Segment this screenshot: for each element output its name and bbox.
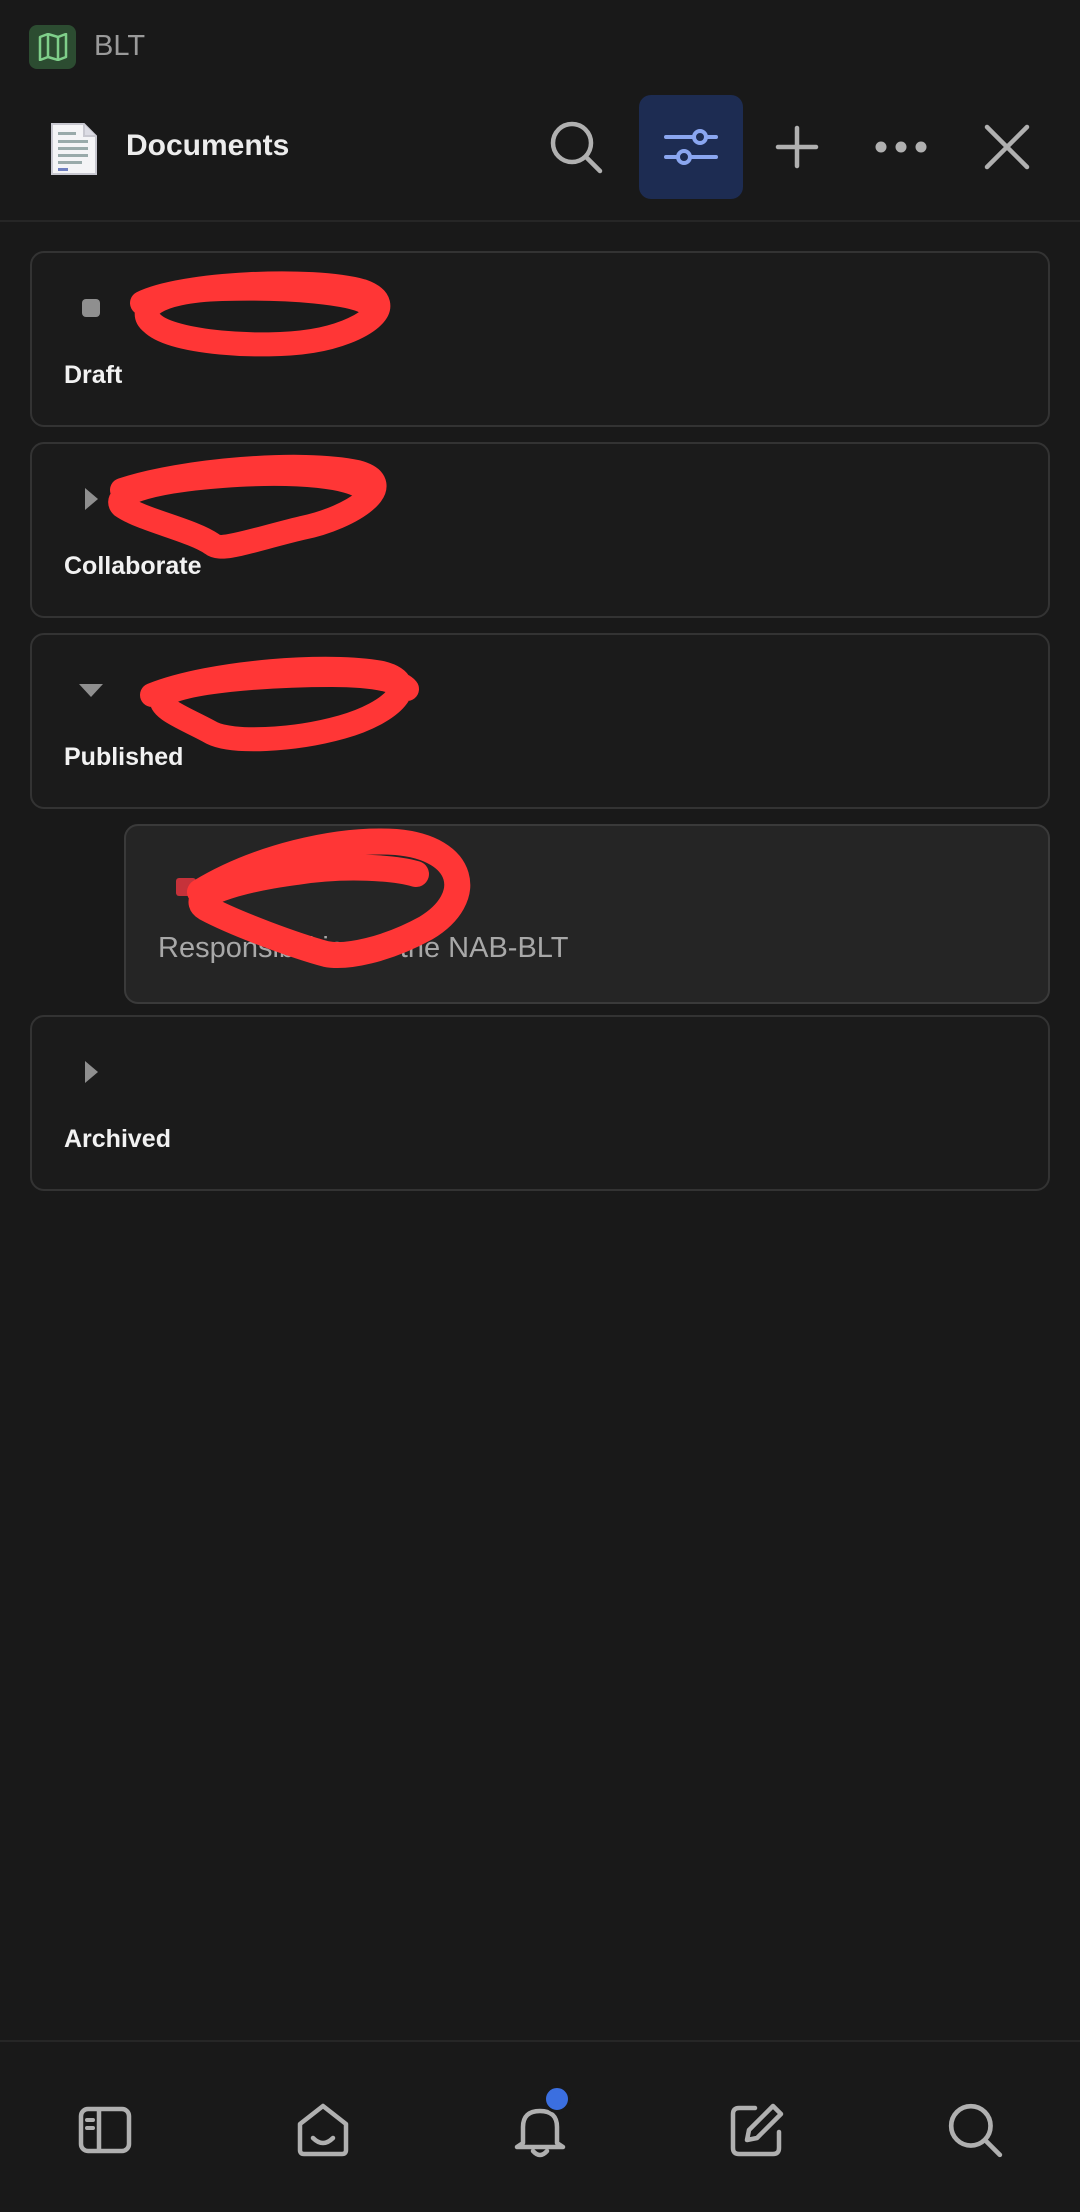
group-label: Draft xyxy=(64,361,123,389)
redaction-scribble xyxy=(130,271,391,357)
close-button[interactable] xyxy=(955,95,1059,199)
bottom-nav xyxy=(0,2040,1080,2212)
search-button[interactable] xyxy=(524,95,628,199)
document-item[interactable]: Responsibilities of the NAB-BLT xyxy=(124,824,1050,1004)
square-icon[interactable] xyxy=(78,295,104,321)
notifications-button[interactable] xyxy=(507,2085,573,2163)
documents-header: Documents xyxy=(0,92,1080,222)
close-icon xyxy=(984,124,1030,170)
map-icon[interactable] xyxy=(29,25,76,69)
compose-button[interactable] xyxy=(724,2097,790,2163)
add-button[interactable] xyxy=(745,95,849,199)
home-button[interactable] xyxy=(290,2097,356,2163)
plus-icon xyxy=(775,125,819,169)
group-published[interactable]: Published xyxy=(30,633,1050,809)
redaction-scribble xyxy=(108,454,387,559)
filter-sliders-icon xyxy=(664,129,718,165)
chevron-right-icon[interactable] xyxy=(78,1059,104,1085)
document-color-icon xyxy=(176,878,196,896)
sidebar-button[interactable] xyxy=(72,2097,138,2163)
search-icon xyxy=(948,2103,1003,2158)
more-button[interactable] xyxy=(849,95,953,199)
chevron-down-icon[interactable] xyxy=(78,677,104,703)
search-nav-button[interactable] xyxy=(942,2097,1008,2163)
page-title: Documents xyxy=(126,129,290,162)
search-icon xyxy=(550,121,603,174)
group-collaborate[interactable]: Collaborate xyxy=(30,442,1050,618)
edit-icon xyxy=(730,2103,784,2157)
group-draft[interactable]: Draft xyxy=(30,251,1050,427)
group-label: Collaborate xyxy=(64,552,202,580)
group-label: Archived xyxy=(64,1125,171,1153)
notification-badge xyxy=(543,2085,571,2113)
workspace-bar: BLT xyxy=(0,0,1080,92)
home-icon xyxy=(297,2103,349,2157)
document-title[interactable]: Responsibilities of the NAB-BLT xyxy=(158,932,568,965)
more-icon xyxy=(875,141,927,153)
group-label: Published xyxy=(64,743,184,771)
workspace-name[interactable]: BLT xyxy=(94,30,145,63)
group-archived[interactable]: Archived xyxy=(30,1015,1050,1191)
document-icon xyxy=(48,120,100,178)
filter-button[interactable] xyxy=(639,95,743,199)
chevron-right-icon[interactable] xyxy=(78,486,104,512)
sidebar-icon xyxy=(78,2106,132,2154)
